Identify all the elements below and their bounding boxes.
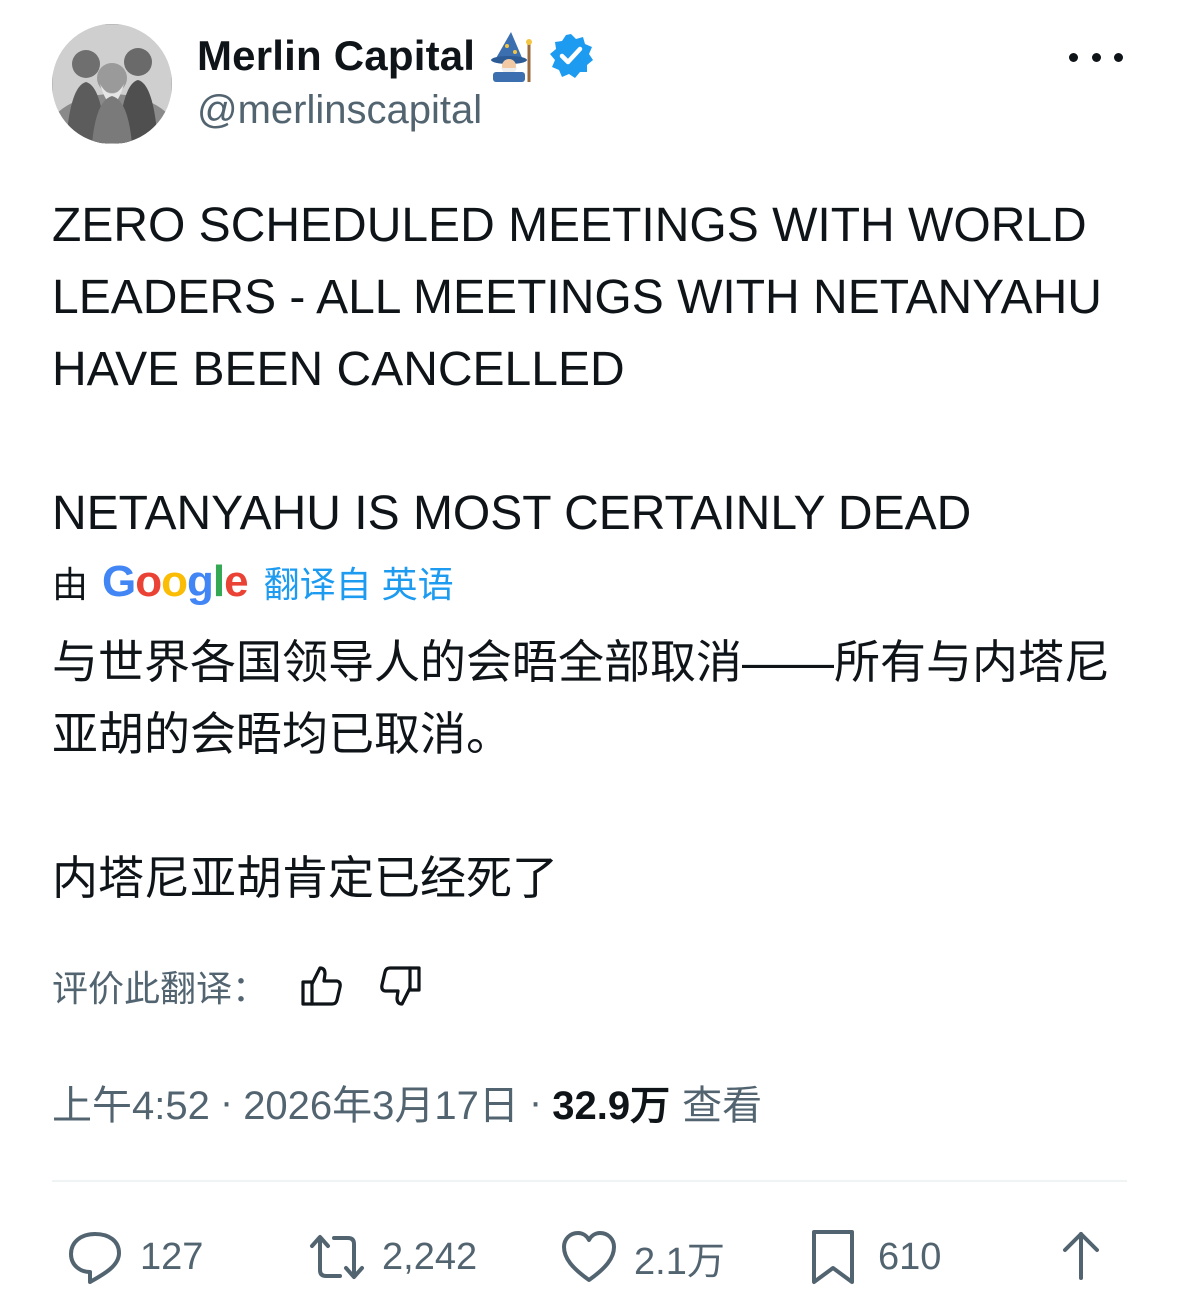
translated-from-link[interactable]: 翻译自 英语 <box>264 556 454 608</box>
handle[interactable]: @merlinscapital <box>197 88 482 133</box>
action-bar: 127 2,242 2.1万 610 <box>52 1222 1127 1292</box>
repost-button[interactable]: 2,242 <box>308 1222 477 1292</box>
rate-translation-label: 评价此翻译： <box>52 968 269 1009</box>
rate-translation: 评价此翻译： <box>52 958 454 1014</box>
divider <box>52 1180 1127 1182</box>
repost-count: 2,242 <box>382 1235 478 1278</box>
display-name-row: Merlin Capital <box>197 28 595 84</box>
reply-count: 127 <box>140 1235 204 1278</box>
avatar[interactable] <box>52 24 172 144</box>
reply-button[interactable]: 127 <box>66 1222 203 1292</box>
tweet-paragraph-2: NETANYAHU IS MOST CERTAINLY DEAD <box>52 487 972 540</box>
tweet-paragraph-1: ZERO SCHEDULED MEETINGS WITH WORLD LEADE… <box>52 199 1102 396</box>
thumbs-up-icon[interactable] <box>298 962 346 1010</box>
thumbs-down-icon[interactable] <box>376 962 424 1010</box>
bookmark-button[interactable]: 610 <box>804 1222 941 1292</box>
tweet-time[interactable]: 上午4:52 <box>52 1073 210 1131</box>
translated-paragraph-1: 与世界各国领导人的会晤全部取消——所有与内塔尼亚胡的会晤均已取消。 <box>52 636 1110 760</box>
meta-separator: · <box>219 1079 234 1124</box>
repost-icon <box>310 1235 364 1279</box>
more-icon[interactable] <box>1069 44 1123 70</box>
tweet-meta: 上午4:52 · 2026年3月17日 · 32.9万 查看 <box>52 1072 762 1132</box>
tweet-text: ZERO SCHEDULED MEETINGS WITH WORLD LEADE… <box>52 190 1142 550</box>
views-count[interactable]: 32.9万 <box>552 1073 670 1131</box>
translation-attribution: 由 Google 翻译自 英语 <box>52 554 454 610</box>
tweet-date[interactable]: 2026年3月17日 <box>243 1073 519 1131</box>
verified-badge-icon[interactable] <box>547 32 595 80</box>
translated-by-label: 由 <box>52 564 89 605</box>
wizard-emoji-icon <box>485 30 537 82</box>
meta-separator: · <box>528 1079 543 1124</box>
reply-icon <box>69 1232 121 1284</box>
tweet-header: Merlin Capital @merlinscapital <box>52 24 1127 146</box>
translated-text: 与世界各国领导人的会晤全部取消——所有与内塔尼亚胡的会晤均已取消。 内塔尼亚胡肯… <box>52 626 1142 914</box>
like-count: 2.1万 <box>634 1240 725 1283</box>
views-label: 查看 <box>682 1084 763 1128</box>
bookmark-count: 610 <box>878 1235 942 1278</box>
translated-paragraph-2: 内塔尼亚胡肯定已经死了 <box>52 852 558 904</box>
bookmark-icon <box>812 1230 854 1284</box>
google-logo: Google <box>102 557 249 606</box>
like-button[interactable]: 2.1万 <box>560 1222 725 1292</box>
heart-icon <box>562 1231 616 1282</box>
share-icon <box>1063 1232 1099 1280</box>
display-name[interactable]: Merlin Capital <box>197 32 475 80</box>
share-button[interactable] <box>1052 1222 1110 1292</box>
